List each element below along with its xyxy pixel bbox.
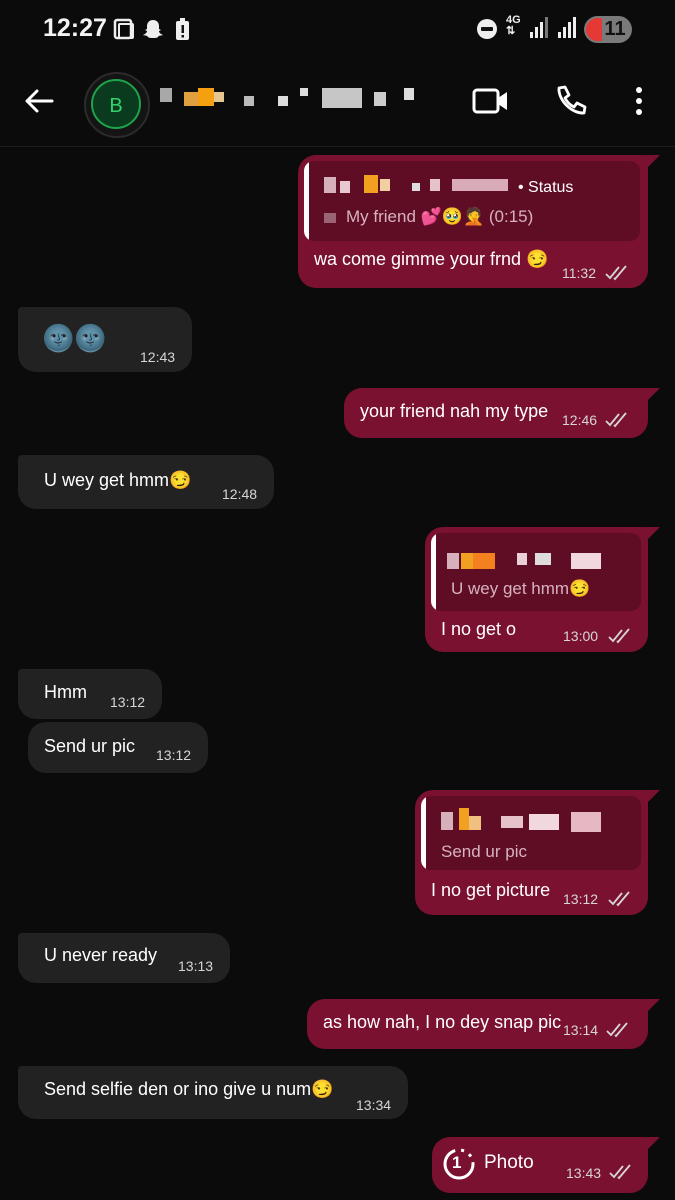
signal-icon: [530, 17, 548, 38]
network-type: 4G ⇅: [506, 14, 521, 37]
message-time: 13:13: [178, 958, 214, 974]
status-time: 12:27: [43, 14, 107, 42]
quoted-message[interactable]: U wey get hmm😏: [431, 533, 641, 611]
bubble-tail: [646, 155, 660, 169]
message-bubble-incoming[interactable]: Send selfie den or ino give u num😏 13:34: [18, 1066, 408, 1119]
battery-alert-icon: [176, 18, 189, 40]
contact-name-redacted[interactable]: [160, 84, 420, 110]
avatar[interactable]: B: [91, 79, 141, 129]
quoted-status-label: • Status: [518, 179, 574, 196]
read-ticks-icon: [608, 628, 630, 644]
photo-label: Photo: [484, 1152, 534, 1173]
bubble-tail: [646, 527, 660, 541]
message-bubble-incoming[interactable]: 🌚🌚 12:43: [18, 307, 192, 372]
message-time: 13:14: [563, 1022, 599, 1038]
mic-icon: [324, 213, 336, 223]
screenshot-icon: [113, 18, 134, 40]
message-time: 12:43: [140, 349, 176, 365]
do-not-disturb-icon: [477, 19, 497, 39]
message-text: Send ur pic: [44, 736, 136, 756]
signal-icon-2: [558, 17, 576, 38]
message-bubble-incoming[interactable]: Send ur pic 13:12: [28, 722, 208, 773]
message-time: 13:12: [110, 694, 146, 710]
message-text: I no get picture: [431, 880, 551, 900]
message-time: 13:43: [566, 1165, 602, 1181]
bubble-tail: [646, 999, 660, 1013]
message-bubble-outgoing[interactable]: Send ur pic I no get picture 13:12: [415, 790, 648, 915]
message-text: Send selfie den or ino give u num😏: [44, 1079, 334, 1099]
read-ticks-icon: [609, 1164, 631, 1180]
message-text: Hmm: [44, 682, 87, 702]
status-bar: 12:27 4G ⇅ 11: [0, 0, 675, 58]
snapchat-icon: [143, 20, 163, 38]
battery-indicator: 11: [584, 16, 632, 43]
message-text: U wey get hmm😏: [44, 470, 192, 490]
message-time: 13:00: [563, 628, 599, 644]
message-text: your friend nah my type: [360, 401, 549, 421]
back-arrow-icon[interactable]: [22, 84, 56, 118]
message-text: wa come gimme your frnd 😏: [314, 249, 549, 269]
chat-header: B: [0, 58, 675, 147]
more-options-icon[interactable]: [632, 86, 646, 118]
read-ticks-icon: [608, 891, 630, 907]
message-text: as how nah, I no dey snap pic: [323, 1012, 562, 1032]
message-bubble-outgoing[interactable]: • Status My friend 💕🥹🤦 (0:15) wa come gi…: [298, 155, 648, 288]
message-text: I no get o: [441, 619, 517, 639]
message-text: U never ready: [44, 945, 158, 965]
quoted-status-text: My friend 💕🥹🤦 (0:15): [346, 207, 534, 226]
message-bubble-incoming[interactable]: U wey get hmm😏 12:48: [18, 455, 274, 509]
bubble-tail: [646, 790, 660, 804]
video-call-icon[interactable]: [472, 86, 510, 116]
phone-call-icon[interactable]: [553, 84, 587, 118]
message-time: 13:12: [563, 891, 599, 907]
message-bubble-incoming[interactable]: Hmm 13:12: [18, 669, 162, 719]
message-bubble-incoming[interactable]: U never ready 13:13: [18, 933, 230, 983]
message-time: 12:46: [562, 412, 598, 428]
view-once-count: 1: [452, 1153, 462, 1172]
read-ticks-icon: [606, 1022, 628, 1038]
quoted-message[interactable]: Send ur pic: [421, 796, 641, 870]
read-ticks-icon: [605, 412, 627, 428]
message-time: 12:48: [222, 486, 258, 502]
quoted-status[interactable]: • Status My friend 💕🥹🤦 (0:15): [304, 161, 640, 241]
message-bubble-outgoing[interactable]: U wey get hmm😏 I no get o 13:00: [425, 527, 648, 652]
bubble-tail: [646, 1137, 660, 1151]
bubble-tail: [646, 388, 660, 402]
quoted-text: U wey get hmm😏: [451, 579, 591, 598]
quoted-text: Send ur pic: [441, 842, 527, 861]
message-time: 13:34: [356, 1097, 392, 1113]
message-bubble-outgoing[interactable]: your friend nah my type 12:46: [344, 388, 648, 438]
read-ticks-icon: [605, 265, 627, 281]
message-time: 11:32: [562, 265, 596, 281]
message-text: 🌚🌚: [42, 323, 107, 353]
message-bubble-outgoing[interactable]: as how nah, I no dey snap pic 13:14: [307, 999, 648, 1049]
view-once-photo-bubble[interactable]: 1 Photo 13:43: [432, 1137, 648, 1193]
message-time: 13:12: [156, 747, 192, 763]
